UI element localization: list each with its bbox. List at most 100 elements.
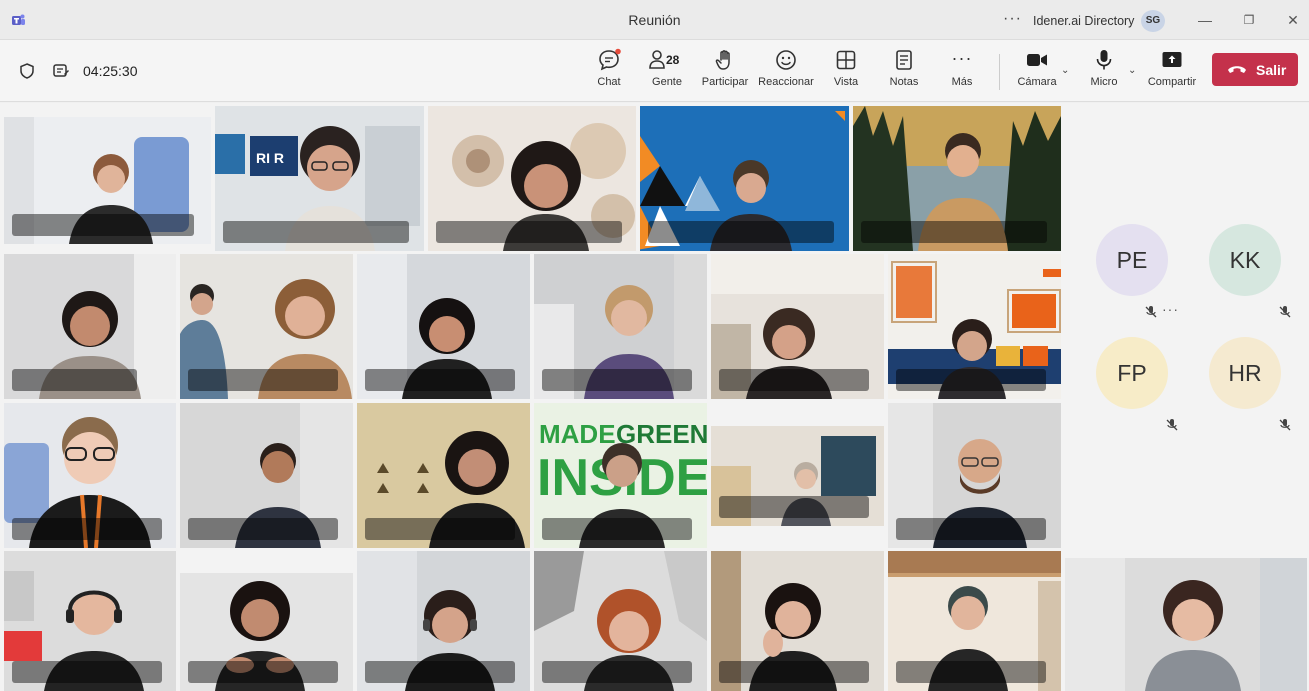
more-button[interactable]: ··· Más: [942, 48, 982, 96]
participant-video-tile[interactable]: [853, 106, 1061, 251]
chat-button[interactable]: Chat: [589, 48, 629, 96]
microphone-button[interactable]: Micro: [1084, 48, 1124, 96]
participant-video-tile[interactable]: [534, 551, 707, 691]
more-icon: ···: [951, 48, 973, 68]
participant-video-tile[interactable]: [357, 403, 530, 548]
people-count: 28: [666, 53, 680, 67]
avatar[interactable]: SG: [1141, 10, 1165, 32]
camera-label: Cámara: [1017, 76, 1057, 88]
view-button[interactable]: Vista: [826, 48, 866, 96]
self-video-tile[interactable]: [1065, 558, 1307, 691]
video-grid: RI R PE KK FP HR ··· MADE GREEN: [0, 103, 1309, 691]
participant-name-tag: [12, 214, 194, 236]
share-screen-label: Compartir: [1147, 76, 1197, 88]
avatar-initials: KK: [1229, 247, 1261, 273]
avatar[interactable]: HR: [1209, 337, 1281, 409]
chat-label: Chat: [597, 76, 621, 88]
participant-video-tile[interactable]: [180, 573, 353, 691]
share-screen-icon: [1162, 52, 1182, 67]
avatar-initials: FP: [1117, 360, 1147, 386]
participant-video-tile[interactable]: [640, 106, 849, 251]
participant-name-tag: [896, 369, 1046, 391]
minimize-button[interactable]: —: [1193, 9, 1217, 31]
made-green-text: GREEN: [616, 419, 707, 449]
participant-video-tile[interactable]: [711, 426, 884, 526]
participant-name-tag: [436, 221, 622, 243]
participant-video-tile[interactable]: [4, 117, 211, 244]
avatar-initials: HR: [1228, 360, 1262, 386]
participant-name-tag: [861, 221, 1047, 243]
people-button[interactable]: 28 Gente: [645, 48, 689, 96]
participant-name-tag: [365, 518, 515, 540]
participant-name-tag: [896, 518, 1046, 540]
leave-label: Salir: [1256, 62, 1287, 78]
participant-name-tag: [365, 661, 515, 683]
participant-name-tag: [542, 661, 692, 683]
leave-button[interactable]: Salir: [1212, 53, 1298, 86]
participant-name-tag: [188, 369, 338, 391]
view-grid-icon: [836, 50, 856, 70]
raise-hand-button[interactable]: Participar: [700, 48, 750, 96]
share-screen-button[interactable]: Compartir: [1145, 48, 1199, 96]
notes-icon: [896, 50, 912, 70]
svg-text:RI R: RI R: [256, 150, 284, 166]
meeting-toolbar: 04:25:30 Chat 28 Gente Participar Reacci…: [0, 40, 1309, 102]
close-button[interactable]: ✕: [1281, 9, 1305, 31]
participant-name-tag: [719, 496, 869, 518]
people-label: Gente: [652, 76, 682, 88]
more-options-icon[interactable]: ···: [1003, 10, 1022, 28]
participant-video-tile[interactable]: [357, 551, 530, 691]
notes-button[interactable]: Notas: [884, 48, 924, 96]
camera-options-chevron-icon[interactable]: ⌄: [1061, 65, 1069, 76]
participant-video-tile[interactable]: [357, 254, 530, 399]
participant-video-tile[interactable]: [4, 551, 176, 691]
participant-video-tile[interactable]: [534, 254, 707, 399]
participant-name-tag: [12, 369, 137, 391]
participant-name-tag: [188, 661, 338, 683]
avatar[interactable]: KK: [1209, 224, 1281, 296]
meeting-notes-icon[interactable]: [52, 62, 70, 80]
microphone-icon: [1096, 50, 1112, 70]
participant-name-tag: [648, 221, 834, 243]
more-options-icon[interactable]: ···: [1162, 301, 1179, 317]
microphone-label: Micro: [1090, 76, 1118, 88]
participant-name-tag: [542, 369, 692, 391]
participant-name-tag: [896, 661, 1046, 683]
react-button[interactable]: Reaccionar: [756, 48, 816, 96]
muted-mic-icon: [1279, 306, 1291, 318]
participant-name-tag: [223, 221, 409, 243]
participant-video-tile[interactable]: MADE GREEN INSIDE: [534, 403, 707, 548]
hang-up-icon: [1228, 66, 1246, 73]
raise-hand-icon: [715, 50, 730, 70]
participant-name-tag: [12, 518, 162, 540]
muted-mic-icon: [1166, 419, 1178, 431]
view-label: Vista: [833, 76, 859, 88]
notes-label: Notas: [889, 76, 919, 88]
participant-video-tile[interactable]: [711, 551, 884, 691]
more-label: Más: [951, 76, 973, 88]
title-bar: Reunión ··· Idener.ai Directory SG — ❐ ✕: [0, 0, 1309, 40]
participant-video-tile[interactable]: [180, 254, 353, 399]
participant-video-tile[interactable]: [888, 403, 1061, 548]
participant-video-tile[interactable]: [4, 254, 176, 399]
camera-button[interactable]: Cámara: [1017, 48, 1057, 96]
avatar[interactable]: PE: [1096, 224, 1168, 296]
participant-video-tile[interactable]: [711, 254, 884, 399]
participant-video-tile[interactable]: [4, 403, 176, 548]
shield-icon[interactable]: [18, 62, 36, 80]
avatar-initials: PE: [1116, 247, 1148, 273]
participant-video-tile[interactable]: [888, 551, 1061, 691]
muted-mic-icon: [1145, 306, 1157, 318]
participant-name-tag: [188, 518, 338, 540]
toolbar-divider: [999, 54, 1000, 90]
participant-video-tile[interactable]: RI R: [215, 106, 424, 251]
microphone-options-chevron-icon[interactable]: ⌄: [1128, 65, 1136, 76]
restore-button[interactable]: ❐: [1237, 9, 1261, 31]
avatar[interactable]: FP: [1096, 337, 1168, 409]
participant-name-tag: [719, 661, 869, 683]
directory-label[interactable]: Idener.ai Directory: [1033, 14, 1134, 28]
participant-video-tile[interactable]: [180, 403, 353, 548]
participant-video-tile[interactable]: [888, 254, 1061, 399]
react-label: Reaccionar: [758, 76, 814, 88]
participant-video-tile[interactable]: [428, 106, 636, 251]
